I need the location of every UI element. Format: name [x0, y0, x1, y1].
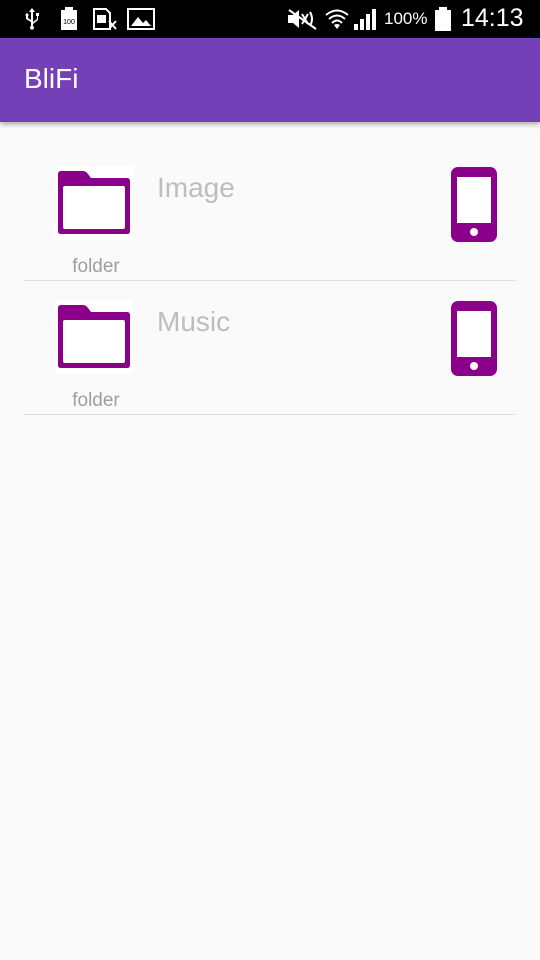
mute-icon	[288, 9, 317, 30]
battery-full-icon: 100	[61, 7, 77, 30]
app-bar: BliFi	[0, 38, 540, 122]
image-icon	[127, 8, 155, 30]
wifi-icon	[325, 9, 349, 29]
clock: 14:13	[461, 4, 524, 32]
divider	[24, 414, 516, 415]
status-bar: 100 100% 14:13	[0, 0, 540, 38]
sim-icon	[93, 8, 117, 30]
item-type-label: folder	[72, 390, 120, 411]
phone-icon	[451, 301, 497, 376]
usb-icon	[25, 8, 39, 30]
svg-text:100: 100	[63, 19, 75, 26]
phone-icon	[451, 167, 497, 242]
signal-icon	[354, 9, 376, 30]
list-item[interactable]: folder Music	[0, 256, 540, 415]
item-name: Image	[157, 172, 235, 203]
item-name: Music	[157, 306, 231, 337]
folder-icon	[58, 305, 130, 368]
battery-icon	[435, 7, 451, 31]
battery-percent: 100%	[384, 9, 428, 28]
file-list: folder Image folder Music	[0, 122, 540, 415]
folder-icon	[58, 171, 130, 234]
app-title: BliFi	[24, 63, 79, 94]
list-item[interactable]: folder Image	[0, 122, 540, 281]
